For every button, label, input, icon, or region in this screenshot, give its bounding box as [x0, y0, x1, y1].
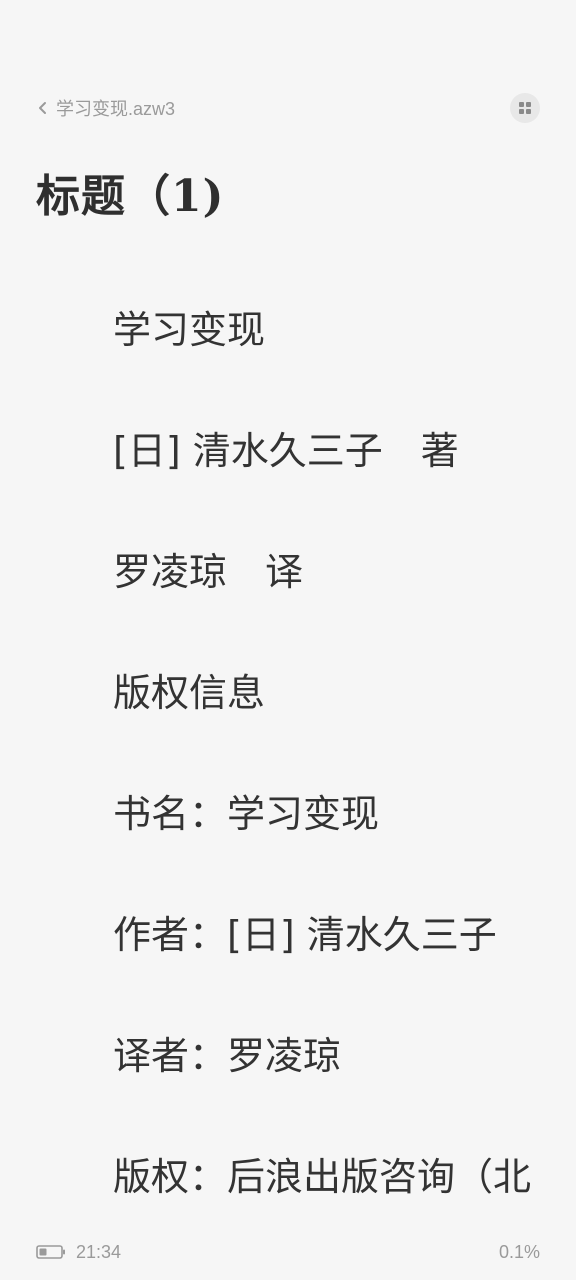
- chapter-title: 标题（1): [36, 171, 225, 222]
- menu-button[interactable]: [510, 93, 540, 123]
- battery-icon: [36, 1245, 65, 1259]
- content-line: 版权信息: [113, 671, 266, 715]
- back-button[interactable]: 学习变现.azw3: [36, 95, 175, 121]
- content-line: 版权：后浪出版咨询（北: [113, 1155, 532, 1199]
- grid-icon: [519, 102, 531, 114]
- content-line: [日] 清水久三子 著: [113, 429, 459, 473]
- clock-time: 21:34: [76, 1241, 122, 1262]
- content-line: 书名：学习变现: [113, 792, 380, 836]
- content-line: 罗凌琼 译: [113, 550, 304, 594]
- content-line: 作者：[日] 清水久三子: [113, 913, 497, 957]
- content-line: 译者：罗凌琼: [113, 1034, 342, 1078]
- book-file-name: 学习变现.azw3: [56, 99, 176, 119]
- top-bar: 学习变现.azw3: [36, 90, 540, 126]
- reader-status-bar: 21:34 0.1%: [36, 1238, 540, 1266]
- chevron-left-icon: [39, 102, 46, 114]
- status-left: 21:34: [36, 1242, 121, 1263]
- reader-content[interactable]: 学习变现 [日] 清水久三子 著 罗凌琼 译 版权信息 书名：学习变现 作者：[…: [113, 300, 556, 1220]
- reading-progress: 0.1%: [498, 1241, 540, 1262]
- content-line: 学习变现: [113, 308, 266, 352]
